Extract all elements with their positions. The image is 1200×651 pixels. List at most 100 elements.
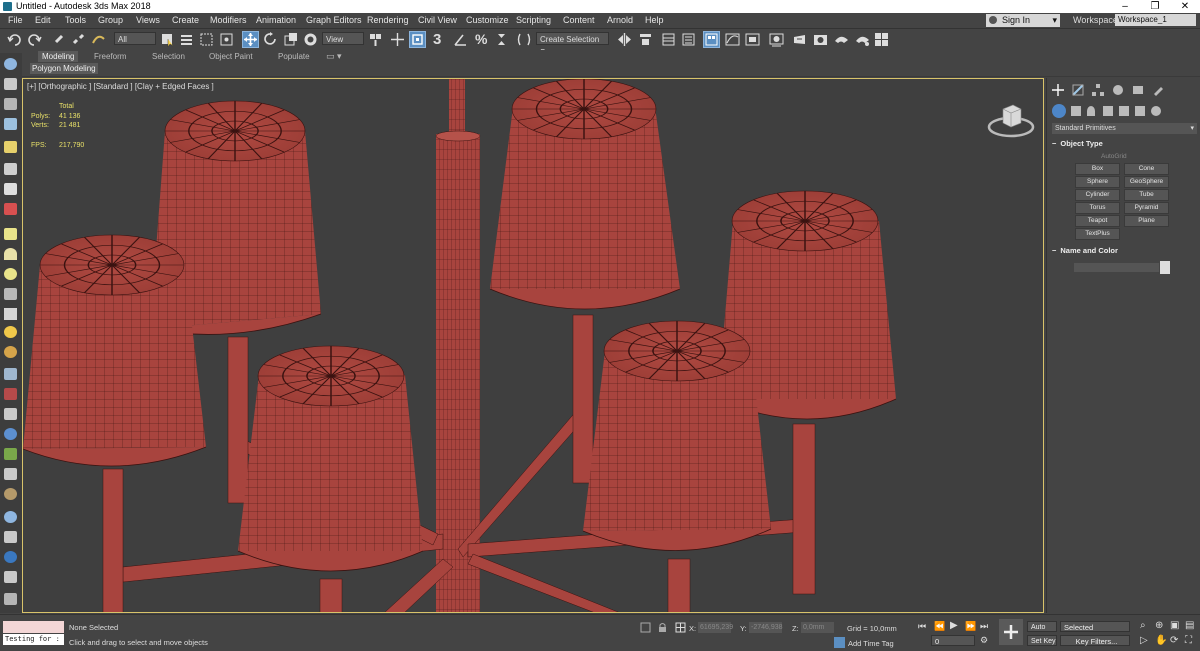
menu-create[interactable]: Create	[172, 13, 199, 28]
named-selection-set-select[interactable]: Create Selection Se	[536, 32, 609, 57]
paint-icon[interactable]	[4, 388, 17, 400]
keyboard-shortcut-override-icon[interactable]	[409, 31, 426, 48]
tab-object-paint[interactable]: Object Paint	[205, 51, 257, 62]
scene-explorer-icon[interactable]	[4, 98, 17, 110]
tab-freeform[interactable]: Freeform	[90, 51, 130, 62]
render-setup-icon[interactable]	[791, 31, 808, 48]
autogrid-checkbox[interactable]: AutoGrid	[1101, 153, 1127, 160]
zoom-extents-all-icon[interactable]: ▤	[1185, 620, 1194, 631]
rendered-frame-window-icon[interactable]	[812, 31, 829, 48]
go-to-end-icon[interactable]: ⏭	[980, 621, 988, 632]
link-icon[interactable]	[51, 31, 68, 48]
menu-group[interactable]: Group	[98, 13, 123, 28]
box-button[interactable]: Box	[1075, 163, 1120, 175]
hierarchy-tab-icon[interactable]	[1091, 83, 1105, 97]
cameras-icon[interactable]	[1103, 106, 1113, 116]
panel-icon[interactable]	[4, 593, 17, 605]
shapes-icon[interactable]	[1071, 106, 1081, 116]
viewcube-icon[interactable]	[983, 97, 1043, 147]
cylinder-button[interactable]: Cylinder	[1075, 189, 1120, 201]
zoom-all-icon[interactable]: ⊕	[1155, 620, 1163, 631]
schematic-view-icon[interactable]	[744, 31, 761, 48]
tab-populate[interactable]: Populate	[274, 51, 314, 62]
select-object-icon[interactable]	[159, 31, 176, 48]
field-of-view-icon[interactable]: ▷	[1140, 635, 1148, 646]
redo-icon[interactable]	[26, 31, 43, 48]
object-color-swatch[interactable]	[1160, 261, 1170, 274]
lights-icon[interactable]	[1087, 106, 1095, 116]
menu-arnold[interactable]: Arnold	[607, 13, 633, 28]
render-region-icon[interactable]	[4, 531, 17, 543]
toggle-scene-explorer-icon[interactable]	[660, 31, 677, 48]
tube-button[interactable]: Tube	[1124, 189, 1169, 201]
select-scale-icon[interactable]	[282, 31, 299, 48]
toggle-ribbon-icon[interactable]	[703, 31, 720, 48]
viewport-perspective[interactable]: [+] [Orthographic ] [Standard ] [Clay + …	[22, 78, 1044, 613]
set-key-big-button[interactable]	[999, 619, 1023, 645]
mirror-icon[interactable]	[616, 31, 633, 48]
motion-tab-icon[interactable]	[1111, 83, 1125, 97]
align-icon[interactable]	[637, 31, 654, 48]
systems-icon[interactable]	[1151, 106, 1161, 116]
unlink-icon[interactable]	[70, 31, 87, 48]
render-production-icon[interactable]	[833, 31, 850, 48]
geosphere-button[interactable]: GeoSphere	[1124, 176, 1169, 188]
current-frame-field[interactable]: 0	[931, 635, 975, 646]
display-tab-icon[interactable]	[1131, 83, 1145, 97]
select-move-icon[interactable]	[242, 31, 259, 48]
menu-scripting[interactable]: Scripting	[516, 13, 551, 28]
tab-modeling[interactable]: Modeling	[38, 51, 79, 62]
key-filters-button[interactable]: Key Filters...	[1060, 635, 1130, 646]
globe-icon[interactable]	[4, 428, 17, 440]
helpers-icon[interactable]	[1119, 106, 1129, 116]
x-coordinate-field[interactable]: 61695,239	[698, 622, 733, 633]
sphere-icon[interactable]	[4, 268, 17, 280]
maxscript-mini-listener[interactable]: Testing for :	[3, 634, 64, 645]
torus-button[interactable]: Torus	[1075, 202, 1120, 214]
percent-snap-icon[interactable]: %	[473, 31, 490, 48]
sign-in-button[interactable]: Sign In ▾	[986, 14, 1060, 27]
select-rotate-icon[interactable]	[262, 31, 279, 48]
hf-icon[interactable]	[4, 468, 17, 480]
named-selection-icon[interactable]	[4, 78, 17, 90]
menu-content[interactable]: Content	[563, 13, 595, 28]
box-primitive-icon[interactable]	[4, 228, 17, 240]
cloth-modifier-icon[interactable]	[4, 288, 17, 300]
time-tag-icon[interactable]	[834, 637, 845, 648]
spinner-snap-icon[interactable]	[493, 31, 510, 48]
y-coordinate-field[interactable]: -2746,938	[749, 622, 783, 633]
primitive-type-select[interactable]: Standard Primitives ▾	[1052, 123, 1197, 134]
foliage-icon[interactable]	[4, 448, 17, 460]
menu-customize[interactable]: Customize	[466, 13, 509, 28]
light-icon[interactable]	[4, 141, 17, 153]
select-place-icon[interactable]	[302, 31, 319, 48]
pivot-center-icon[interactable]	[367, 31, 384, 48]
curve-editor-icon[interactable]	[724, 31, 741, 48]
pan-icon[interactable]: ✋	[1155, 635, 1167, 646]
menu-file[interactable]: File	[8, 13, 23, 28]
absolute-mode-icon[interactable]	[675, 622, 686, 633]
spacewarps-icon[interactable]	[1135, 106, 1145, 116]
select-by-name-icon[interactable]	[178, 31, 195, 48]
pyramid-button[interactable]: Pyramid	[1124, 202, 1169, 214]
plane-button[interactable]: Plane	[1124, 215, 1169, 227]
cloth-icon[interactable]	[4, 163, 17, 175]
render-in-cloud-icon[interactable]	[873, 31, 890, 48]
menu-modifiers[interactable]: Modifiers	[210, 13, 247, 28]
orbit-icon[interactable]: ⟳	[1170, 635, 1178, 646]
name-and-color-rollout[interactable]: − Name and Color	[1052, 245, 1197, 257]
maxscript-listener-output[interactable]	[3, 621, 64, 633]
object-type-rollout[interactable]: − Object Type	[1052, 138, 1197, 150]
z-coordinate-field[interactable]: 0,0mm	[801, 622, 834, 633]
zoom-icon[interactable]: ⌕	[1140, 620, 1146, 631]
tab-selection[interactable]: Selection	[148, 51, 189, 62]
add-time-tag-button[interactable]: Add Time Tag	[848, 639, 894, 648]
selection-lock-icon[interactable]	[657, 622, 668, 633]
auto-key-button[interactable]: Auto Key	[1027, 621, 1057, 642]
environment-icon[interactable]	[4, 511, 17, 523]
textplus-button[interactable]: TextPlus	[1075, 228, 1120, 240]
snaps-toggle-icon[interactable]: 3	[432, 31, 449, 48]
object-name-input[interactable]	[1074, 263, 1159, 272]
edit-named-selections-icon[interactable]	[516, 31, 533, 48]
create-tab-icon[interactable]	[1051, 83, 1065, 97]
